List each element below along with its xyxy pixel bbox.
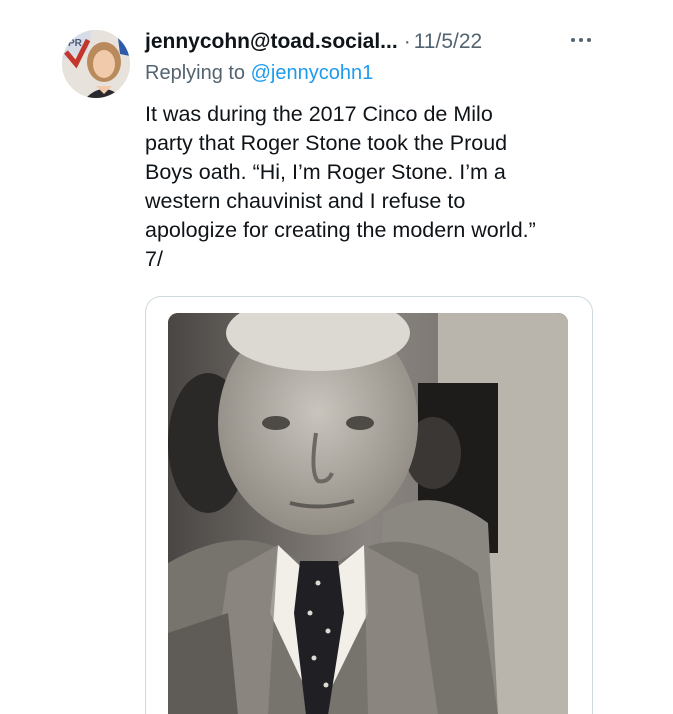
reply-prefix: Replying to bbox=[145, 62, 251, 84]
header-separator: · bbox=[403, 30, 411, 53]
media-card[interactable] bbox=[145, 296, 593, 714]
tweet-media-image[interactable] bbox=[168, 313, 568, 714]
avatar[interactable]: PR bbox=[62, 30, 130, 98]
tweet[interactable]: PR jennycohn@toad.social... · 11/5/22 Re… bbox=[0, 0, 673, 714]
reply-mention-link[interactable]: @jennycohn1 bbox=[251, 62, 374, 84]
reply-context: Replying to @jennycohn1 bbox=[145, 62, 373, 85]
author-handle[interactable]: jennycohn@toad.social... bbox=[145, 30, 398, 54]
tweet-text: It was during the 2017 Cinco de Milo par… bbox=[145, 102, 536, 271]
tweet-timestamp[interactable]: 11/5/22 bbox=[414, 30, 483, 54]
more-options-button[interactable] bbox=[566, 30, 596, 50]
tweet-header: jennycohn@toad.social... · 11/5/22 bbox=[145, 30, 482, 58]
avatar-badge-text: PR bbox=[68, 38, 82, 49]
more-horizontal-icon bbox=[571, 38, 591, 42]
tweet-photo bbox=[168, 313, 568, 714]
